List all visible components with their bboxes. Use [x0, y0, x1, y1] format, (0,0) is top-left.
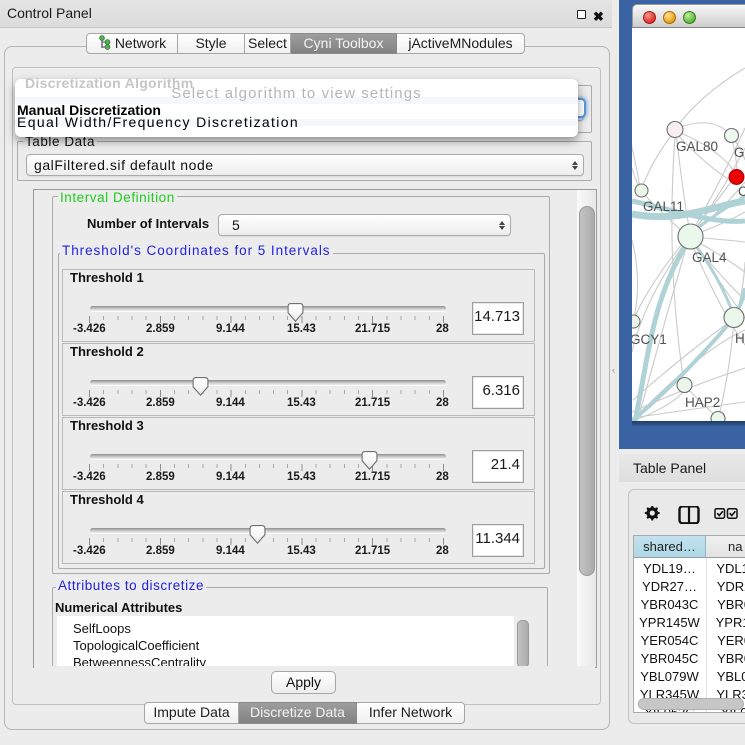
- svg-text:GAL4: GAL4: [692, 250, 727, 265]
- svg-text:HAP2: HAP2: [685, 395, 720, 410]
- svg-text:GAL11: GAL11: [643, 199, 684, 214]
- svg-text:G.: G.: [734, 145, 745, 160]
- svg-text:H: H: [735, 331, 745, 346]
- svg-text:C: C: [738, 184, 745, 199]
- svg-text:GCY1: GCY1: [632, 332, 667, 347]
- svg-text:GAL80: GAL80: [676, 139, 718, 154]
